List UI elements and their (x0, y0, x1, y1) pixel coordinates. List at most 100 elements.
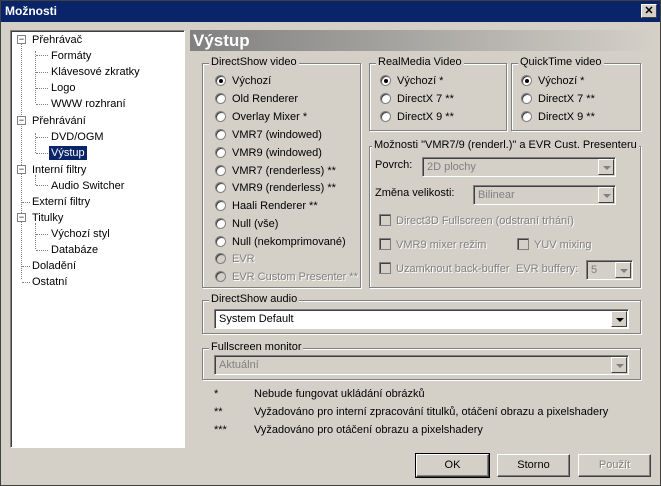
tree-connector (36, 72, 48, 73)
radio-dsv-vmr7-windowed[interactable]: VMR7 (windowed) (215, 127, 322, 143)
radio-dsv-haali[interactable]: Haali Renderer ** (215, 198, 318, 214)
tree-item-titulky[interactable]: Titulky (32, 211, 63, 225)
radio-label: DirectX 7 ** (538, 93, 595, 105)
radio-dsv-old-renderer[interactable]: Old Renderer (215, 91, 298, 107)
radio-label: VMR7 (renderless) ** (232, 165, 336, 177)
tree-item-ostatni[interactable]: Ostatní (32, 275, 67, 289)
radio-icon (215, 253, 226, 264)
tree-item-klavesove-zkratky[interactable]: Klávesové zkratky (51, 65, 140, 79)
window-title: Možnosti (5, 4, 57, 18)
tree-item-www-rozhrani[interactable]: WWW rozhraní (51, 97, 126, 111)
radio-rm-directx7[interactable]: DirectX 7 ** (380, 91, 454, 107)
tree-item-dvd-ogm[interactable]: DVD/OGM (51, 130, 104, 144)
tree-branch-line (35, 223, 36, 249)
radio-label: DirectX 9 ** (397, 111, 454, 123)
note-mark: *** (214, 424, 227, 436)
surface-select[interactable]: 2D plochy (422, 157, 616, 177)
radio-qt-directx9[interactable]: DirectX 9 ** (521, 109, 595, 125)
radio-dsv-null-all[interactable]: Null (vše) (215, 216, 278, 232)
radio-label: Null (vše) (232, 218, 279, 230)
radio-dsv-evr-custom[interactable]: EVR Custom Presenter ** (215, 269, 358, 285)
radio-label: Null (nekomprimované) (232, 236, 346, 248)
radio-dsv-null-uncompressed[interactable]: Null (nekomprimované) (215, 234, 346, 250)
radio-dsv-vmr9-windowed[interactable]: VMR9 (windowed) (215, 145, 322, 161)
tree-item-vychozi-styl[interactable]: Výchozí styl (51, 227, 110, 241)
options-tree[interactable]: − Přehrávač Formáty Klávesové zkratky Lo… (10, 30, 185, 448)
chevron-down-icon (598, 187, 614, 203)
radio-icon (215, 147, 226, 158)
tree-item-audio-switcher[interactable]: Audio Switcher (51, 179, 124, 193)
tree-item-interni-filtry[interactable]: Interní filtry (32, 163, 86, 177)
radio-rm-vychozi[interactable]: Výchozí * (380, 73, 443, 89)
tree-expander-icon[interactable]: − (17, 165, 26, 174)
tree-item-prehravani[interactable]: Přehrávání (32, 114, 86, 128)
resize-label: Změna velikosti: (375, 187, 455, 199)
note-text: Vyžadováno pro otáčení obrazu a pixelsha… (254, 424, 483, 436)
realmedia-video-label: RealMedia Video (376, 56, 464, 68)
radio-dsv-vmr7-renderless[interactable]: VMR7 (renderless) ** (215, 163, 336, 179)
directshow-audio-group: DirectShow audio System Default (202, 293, 641, 334)
audio-renderer-select[interactable]: System Default (214, 309, 629, 329)
close-icon[interactable]: ✕ (641, 4, 657, 18)
tree-item-doladeni[interactable]: Doladění (32, 259, 76, 273)
tree-connector (36, 234, 48, 235)
tree-item-formaty[interactable]: Formáty (51, 49, 91, 63)
d3d-fullscreen-checkbox[interactable]: Direct3D Fullscreen (odstraní trhání) (379, 213, 574, 229)
vmr9-mixer-checkbox[interactable]: VMR9 mixer režim (379, 237, 486, 253)
ok-button[interactable]: OK (415, 453, 490, 478)
directshow-video-label: DirectShow video (209, 56, 299, 68)
tree-connector (22, 202, 30, 203)
tree-item-databaze[interactable]: Databáze (51, 243, 98, 257)
title-bar: Možnosti ✕ (1, 1, 660, 22)
resize-select[interactable]: Bilinear (473, 185, 616, 205)
tree-expander-icon[interactable]: − (17, 35, 26, 44)
tree-item-prehravac[interactable]: Přehrávač (32, 33, 82, 47)
lock-backbuffer-checkbox[interactable]: Uzamknout back-buffer (379, 261, 510, 277)
audio-renderer-value: System Default (219, 313, 294, 325)
tree-connector (22, 282, 30, 283)
radio-icon (521, 93, 532, 104)
chevron-down-icon (615, 262, 631, 278)
yuv-mixing-checkbox[interactable]: YUV mixing (517, 237, 591, 253)
tree-connector (36, 55, 48, 56)
tree-connector (36, 185, 48, 186)
radio-icon (215, 111, 226, 122)
tree-item-externi-filtry[interactable]: Externí filtry (32, 195, 90, 209)
tree-expander-icon[interactable]: − (17, 116, 26, 125)
checkbox-icon (379, 262, 391, 274)
radio-label: Výchozí * (397, 75, 444, 87)
radio-label: DirectX 9 ** (538, 111, 595, 123)
radio-dsv-overlay-mixer[interactable]: Overlay Mixer * (215, 109, 307, 125)
page-title: Výstup (190, 30, 654, 51)
radio-icon (215, 182, 226, 193)
radio-icon (215, 218, 226, 229)
radio-icon (380, 75, 391, 86)
radio-icon (380, 111, 391, 122)
tree-expander-icon[interactable]: − (17, 213, 26, 222)
surface-label: Povrch: (375, 159, 413, 171)
checkbox-label: YUV mixing (534, 239, 592, 251)
tree-item-logo[interactable]: Logo (51, 81, 75, 95)
radio-dsv-vychozi[interactable]: Výchozí (215, 73, 271, 89)
note-mark: ** (214, 406, 223, 418)
apply-button[interactable]: Použít (578, 454, 651, 477)
radio-qt-directx7[interactable]: DirectX 7 ** (521, 91, 595, 107)
fullscreen-monitor-select[interactable]: Aktuální (214, 355, 629, 375)
radio-qt-vychozi[interactable]: Výchozí * (521, 73, 584, 89)
evr-buffers-select[interactable]: 5 (586, 260, 633, 280)
radio-dsv-evr[interactable]: EVR (215, 251, 255, 267)
radio-icon (215, 75, 226, 86)
radio-dsv-vmr9-renderless[interactable]: VMR9 (renderless) ** (215, 180, 336, 196)
resize-value: Bilinear (478, 189, 515, 201)
tree-branch-line (35, 133, 36, 153)
checkbox-icon (379, 214, 391, 226)
radio-label: EVR Custom Presenter ** (232, 271, 358, 283)
fullscreen-monitor-label: Fullscreen monitor (209, 341, 304, 353)
radio-rm-directx9[interactable]: DirectX 9 ** (380, 109, 454, 125)
tree-item-vystup[interactable]: Výstup (49, 146, 87, 160)
tree-connector (36, 153, 48, 154)
directshow-video-group: DirectShow video Výchozí Old Renderer Ov… (202, 56, 361, 288)
radio-icon (521, 75, 532, 86)
checkbox-label: Uzamknout back-buffer (396, 263, 510, 275)
cancel-button[interactable]: Storno (497, 454, 570, 477)
